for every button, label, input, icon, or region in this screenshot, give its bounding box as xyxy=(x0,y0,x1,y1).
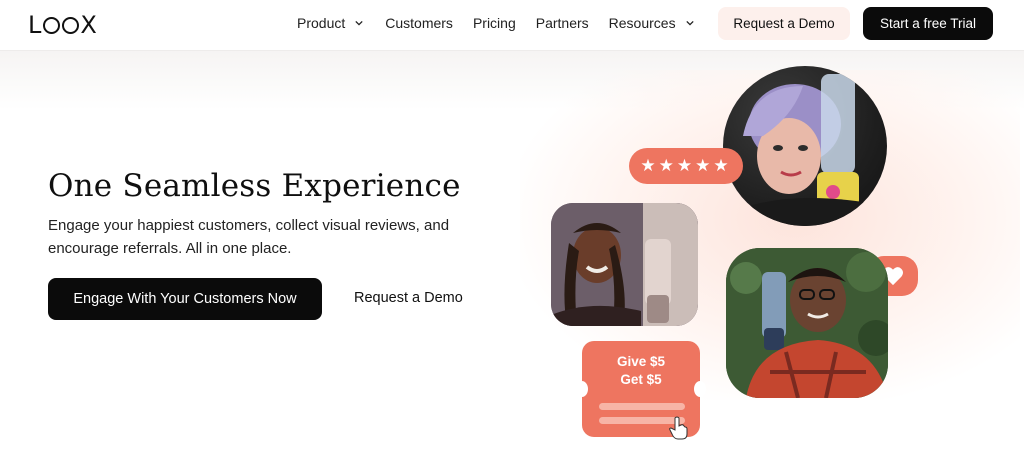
engage-customers-button[interactable]: Engage With Your Customers Now xyxy=(48,278,322,320)
hero-title: One Seamless Experience xyxy=(48,168,461,204)
nav-product[interactable]: Product xyxy=(297,15,363,31)
chevron-down-icon xyxy=(685,20,694,26)
nav-partners[interactable]: Partners xyxy=(536,15,589,31)
referral-input-bar xyxy=(599,403,685,410)
chevron-down-icon xyxy=(355,20,363,26)
nav-resources[interactable]: Resources xyxy=(609,15,694,31)
referral-give-text: Give $5 xyxy=(616,354,666,369)
nav-customers-label: Customers xyxy=(385,15,453,31)
nav-customers[interactable]: Customers xyxy=(385,15,453,31)
hero-subtitle: Engage your happiest customers, collect … xyxy=(48,217,450,257)
referral-get-text: Get $5 xyxy=(620,372,662,387)
nav-partners-label: Partners xyxy=(535,15,589,31)
customer-photo-man-dreadlocks xyxy=(551,203,698,326)
hand-pointer-icon xyxy=(669,416,688,440)
customer-photo-woman-purple-hair xyxy=(723,66,887,226)
nav-pricing[interactable]: Pricing xyxy=(473,15,516,31)
main-nav: Product Customers Pricing Partners Resou… xyxy=(297,15,694,31)
site-header: LX Product Customers Pricing Partners Re… xyxy=(0,0,1024,50)
request-demo-button[interactable]: Request a Demo xyxy=(718,7,850,40)
start-trial-button[interactable]: Start a free Trial xyxy=(863,7,993,40)
nav-resources-label: Resources xyxy=(608,15,676,31)
five-star-rating-badge: ★★★★★ xyxy=(629,148,743,184)
loox-logo[interactable]: LX xyxy=(28,11,98,39)
request-demo-link[interactable]: Request a Demo xyxy=(354,290,463,306)
customer-photo-woman-glasses xyxy=(726,248,888,398)
nav-product-label: Product xyxy=(297,15,346,31)
nav-pricing-label: Pricing xyxy=(472,15,516,31)
